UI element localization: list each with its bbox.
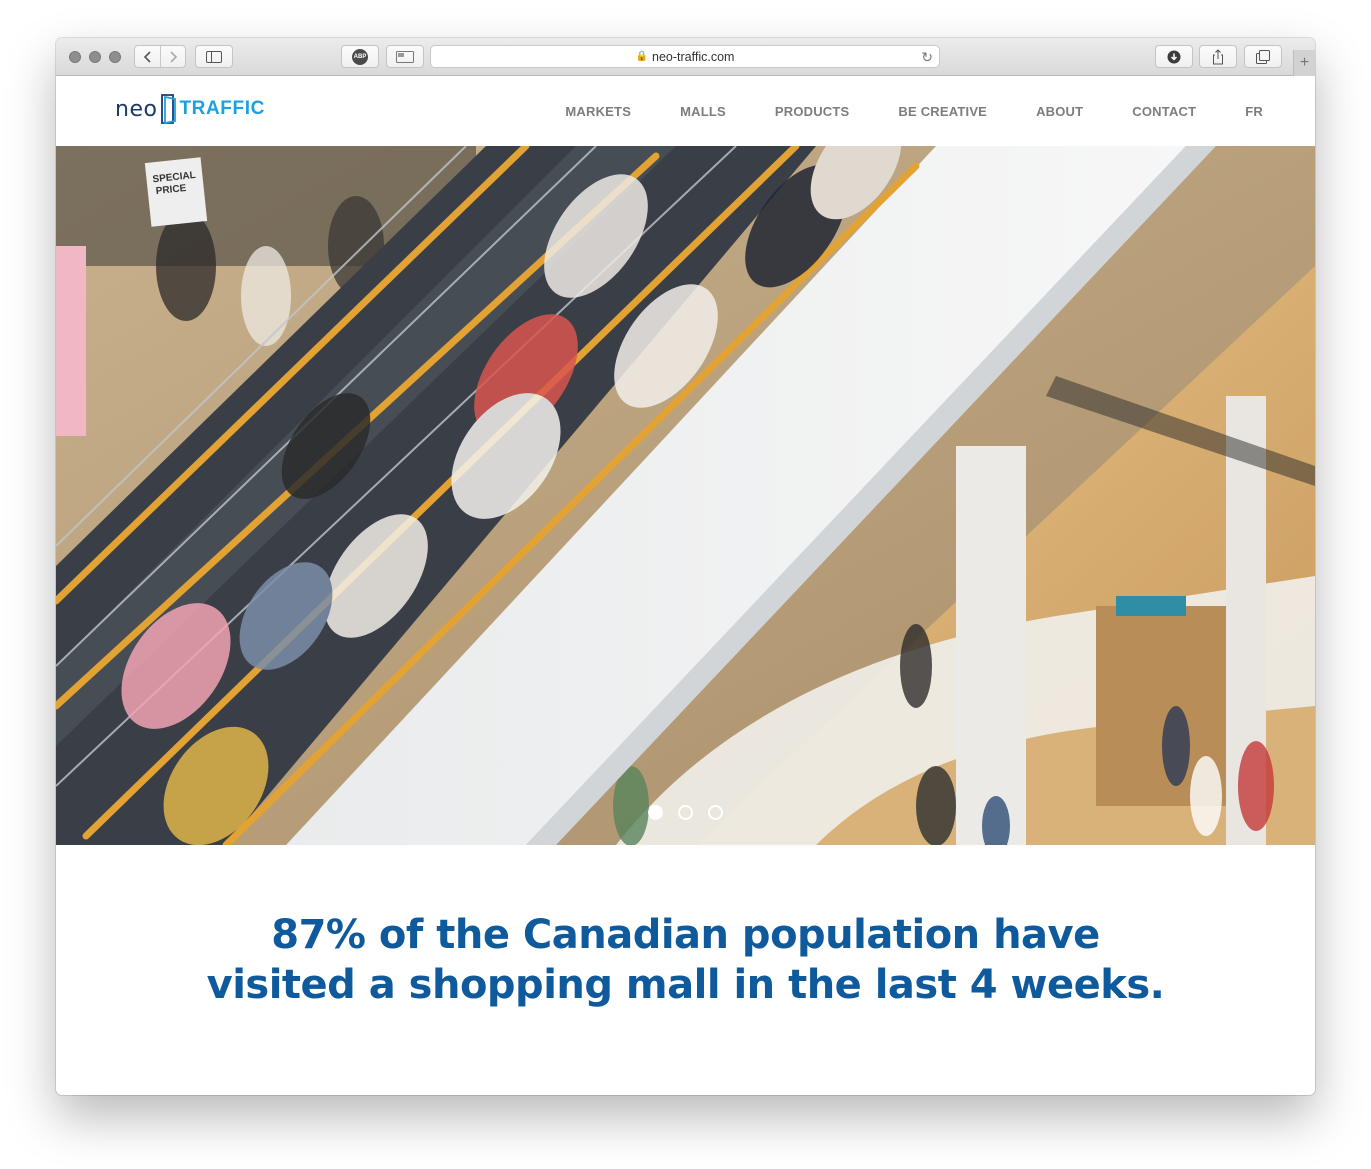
headline-section: 87% of the Canadian population have visi… (56, 845, 1315, 1095)
logo-neo-text: neo (115, 96, 158, 122)
slide-dot-1[interactable] (648, 805, 663, 820)
hero-slider: SPECIAL PRICE (56, 146, 1315, 845)
adblock-button[interactable]: ABP (341, 45, 379, 68)
nav-markets[interactable]: MARKETS (565, 104, 631, 119)
forward-button[interactable] (160, 46, 184, 67)
tabs-overview-button[interactable] (1244, 45, 1282, 68)
pip-icon (396, 50, 414, 63)
slide-dot-2[interactable] (678, 805, 693, 820)
nav-products[interactable]: PRODUCTS (775, 104, 850, 119)
neo-traffic-logo[interactable]: neo TRAFFIC (115, 92, 265, 126)
zoom-window-button[interactable] (109, 51, 121, 63)
sidebar-button[interactable] (195, 45, 233, 68)
back-button[interactable] (136, 46, 160, 67)
reload-icon[interactable]: ↻ (921, 49, 933, 66)
main-nav: MARKETS MALLS PRODUCTS BE CREATIVE ABOUT… (516, 76, 1263, 146)
share-button[interactable] (1199, 45, 1237, 68)
nav-be-creative[interactable]: BE CREATIVE (898, 104, 987, 119)
downloads-button[interactable] (1155, 45, 1193, 68)
picture-in-picture-button[interactable] (386, 45, 424, 68)
hero-mall-escalator-image: SPECIAL PRICE (56, 146, 1315, 845)
door-icon (161, 94, 177, 125)
share-icon (1213, 48, 1223, 64)
tabs-icon (1256, 49, 1270, 64)
adblock-icon: ABP (352, 48, 368, 65)
new-tab-button[interactable]: + (1293, 50, 1315, 76)
nav-contact[interactable]: CONTACT (1132, 104, 1196, 119)
browser-window: ABP 🔒 neo-traffic.com ↻ + neo TRAFFIC MA… (56, 38, 1315, 1095)
nav-about[interactable]: ABOUT (1036, 104, 1083, 119)
sidebar-icon (206, 50, 222, 63)
download-icon (1167, 50, 1181, 63)
url-text: neo-traffic.com (652, 49, 735, 64)
lock-icon: 🔒 (635, 51, 648, 62)
close-window-button[interactable] (69, 51, 81, 63)
headline-statistic: 87% of the Canadian population have visi… (206, 912, 1165, 1008)
slide-dot-3[interactable] (708, 805, 723, 820)
slider-pagination (56, 805, 1315, 820)
nav-malls[interactable]: MALLS (680, 104, 726, 119)
chevron-right-icon (169, 50, 177, 63)
history-nav (134, 45, 186, 68)
site-header: neo TRAFFIC MARKETS MALLS PRODUCTS BE CR… (56, 76, 1315, 146)
minimize-window-button[interactable] (89, 51, 101, 63)
address-bar[interactable]: 🔒 neo-traffic.com ↻ (430, 45, 940, 68)
chevron-left-icon (143, 50, 151, 63)
plus-icon: + (1299, 54, 1310, 71)
logo-traffic-text: TRAFFIC (179, 98, 265, 119)
browser-toolbar: ABP 🔒 neo-traffic.com ↻ + (56, 38, 1315, 76)
nav-language-fr[interactable]: FR (1245, 104, 1263, 119)
